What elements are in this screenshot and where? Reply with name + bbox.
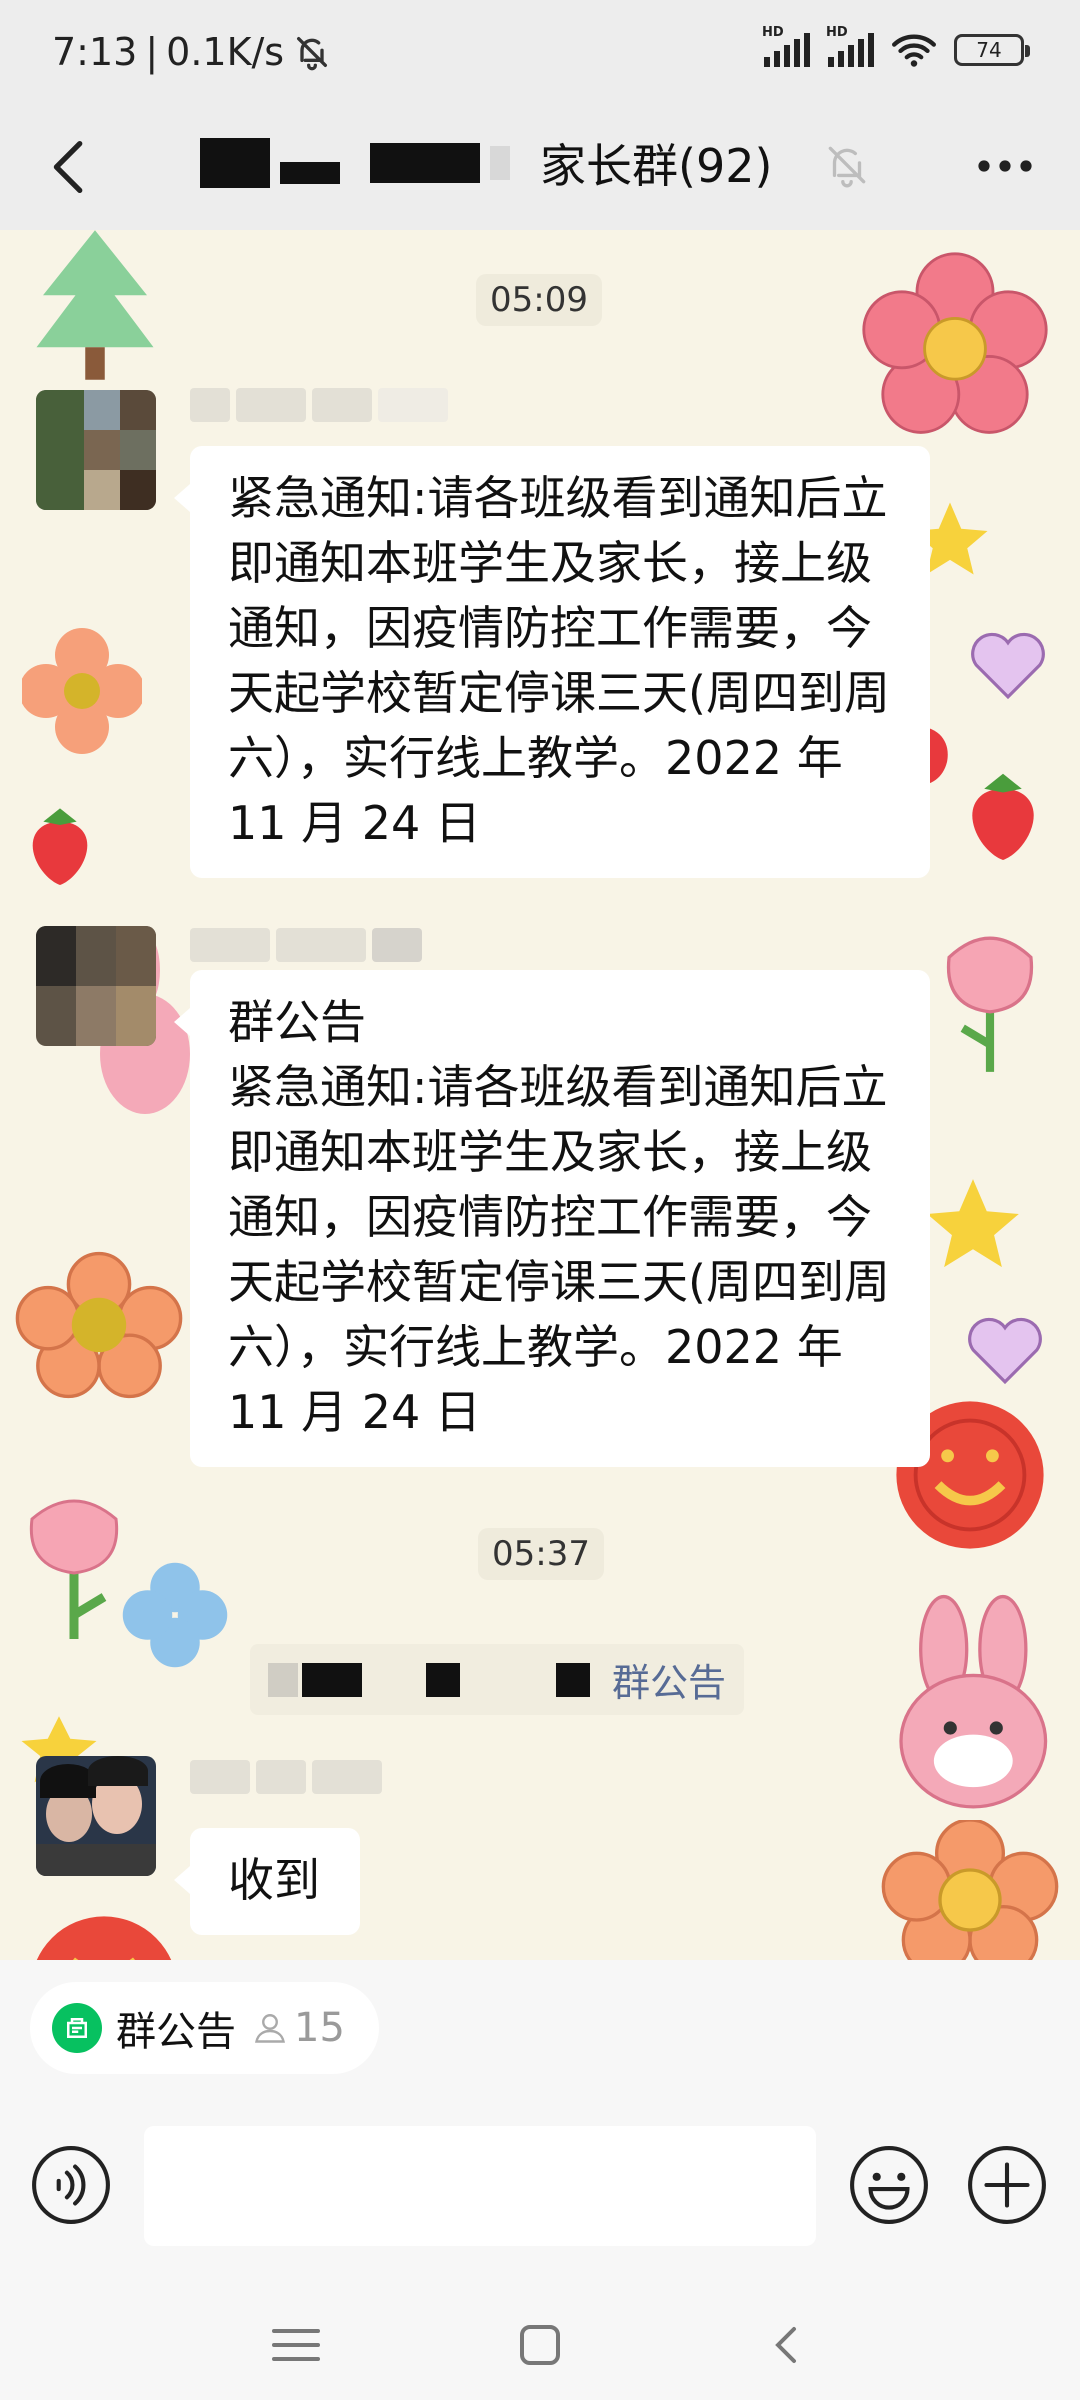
notice-heading: 群公告: [228, 995, 366, 1049]
message-text: 收到: [228, 1853, 320, 1907]
status-bar: 7:13 | 0.1K/s HD HD 74: [0, 0, 1080, 110]
group-name: 家长群(92): [540, 139, 773, 193]
notice-chip-bar: 群公告 15: [0, 1960, 1080, 2090]
group-notice-chip[interactable]: 群公告 15: [30, 1982, 379, 2074]
message-text: 紧急通知:请各班级看到通知后立即通知本班学生及家长，接上级通知，因疫情防控工作需…: [228, 471, 890, 850]
redacted-name-1: [200, 138, 270, 188]
title-bar: 家长群(92): [0, 110, 1080, 230]
avatar[interactable]: [36, 1756, 156, 1876]
tree-sticker: [36, 230, 154, 380]
redacted-name-4: [490, 146, 510, 180]
redacted-block: [556, 1662, 590, 1697]
notice-icon: [52, 2003, 102, 2053]
red-smiley-sticker: [36, 1916, 172, 1960]
message-input[interactable]: [144, 2126, 816, 2246]
message-bubble[interactable]: 紧急通知:请各班级看到通知后立即通知本班学生及家长，接上级通知，因疫情防控工作需…: [174, 446, 930, 878]
signal-icon-1: HD: [762, 25, 810, 67]
plus-icon[interactable]: [966, 2144, 1048, 2226]
status-right: HD HD 74: [762, 25, 1030, 68]
back-arrow-icon[interactable]: [36, 132, 106, 202]
signal-2-label: HD: [826, 25, 848, 40]
bunny-sticker: [899, 1594, 1048, 1809]
voice-icon[interactable]: [30, 2144, 112, 2226]
back-nav-icon[interactable]: [758, 2320, 818, 2370]
system-nav-bar: [0, 2290, 1080, 2400]
redacted-name-2: [280, 162, 340, 184]
mute-bell-icon: [828, 146, 866, 188]
battery-level: 74: [976, 38, 1002, 62]
system-message: 群公告: [250, 1644, 745, 1715]
strawberry-sticker-3: [32, 808, 88, 885]
redacted-block: [302, 1662, 362, 1697]
status-speed: 0.1K/s: [166, 30, 285, 74]
orange-flower-sticker: [15, 1251, 183, 1399]
status-left: 7:13 | 0.1K/s: [52, 30, 332, 74]
signal-1-label: HD: [762, 25, 784, 40]
heart-sticker-2: [968, 1317, 1042, 1385]
bell-off-icon: [297, 37, 328, 71]
menu-icon[interactable]: [266, 2320, 326, 2370]
group-notice-link[interactable]: 群公告: [612, 1652, 726, 1707]
input-bar: [0, 2090, 1080, 2290]
redacted-block: [426, 1662, 460, 1697]
notice-count-value: 15: [294, 2005, 345, 2051]
notice-read-count: 15: [252, 2005, 345, 2051]
avatar[interactable]: [36, 390, 156, 510]
sender-name-blurred: [190, 388, 454, 422]
status-time: 7:13: [52, 30, 138, 74]
strawberry-sticker: [972, 773, 1034, 860]
emoji-icon[interactable]: [848, 2144, 930, 2226]
battery-icon: 74: [954, 34, 1030, 66]
sender-name-blurred: [190, 1760, 388, 1794]
message-bubble[interactable]: 收到: [174, 1828, 360, 1935]
pink-flower-sticker: [22, 628, 142, 754]
signal-icon-2: HD: [826, 25, 874, 67]
avatar[interactable]: [36, 926, 156, 1046]
timestamp: 05:37: [478, 1528, 604, 1580]
redacted-block: [268, 1662, 298, 1697]
redacted-name-3: [370, 143, 480, 183]
timestamp: 05:09: [476, 274, 602, 326]
tulip-sticker: [946, 936, 1034, 1072]
wifi-icon: [892, 34, 936, 67]
chat-title: 家长群(92): [200, 130, 772, 196]
flower-sticker: [862, 252, 1048, 434]
star-sticker-2: [927, 1179, 1019, 1268]
person-icon: [255, 2014, 285, 2043]
sunflower-sticker: [881, 1820, 1059, 1960]
more-icon[interactable]: [970, 136, 1040, 196]
blue-flower-sticker: [122, 1562, 228, 1668]
sender-name-blurred: [190, 928, 428, 962]
notice-chip-label: 群公告: [116, 2009, 236, 2055]
tulip-sticker-2: [29, 1499, 119, 1639]
status-divider: |: [145, 30, 159, 74]
notice-text: 紧急通知:请各班级看到通知后立即通知本班学生及家长，接上级通知，因疫情防控工作需…: [228, 1060, 890, 1439]
home-icon[interactable]: [510, 2320, 570, 2370]
heart-sticker: [971, 632, 1045, 700]
group-notice-bubble[interactable]: 群公告 紧急通知:请各班级看到通知后立即通知本班学生及家长，接上级通知，因疫情防…: [174, 970, 930, 1467]
chat-area[interactable]: 05:09 紧急通知:请各班级看到通知后立即通知本班学生及家长，接上级通知，因疫…: [0, 230, 1080, 1960]
